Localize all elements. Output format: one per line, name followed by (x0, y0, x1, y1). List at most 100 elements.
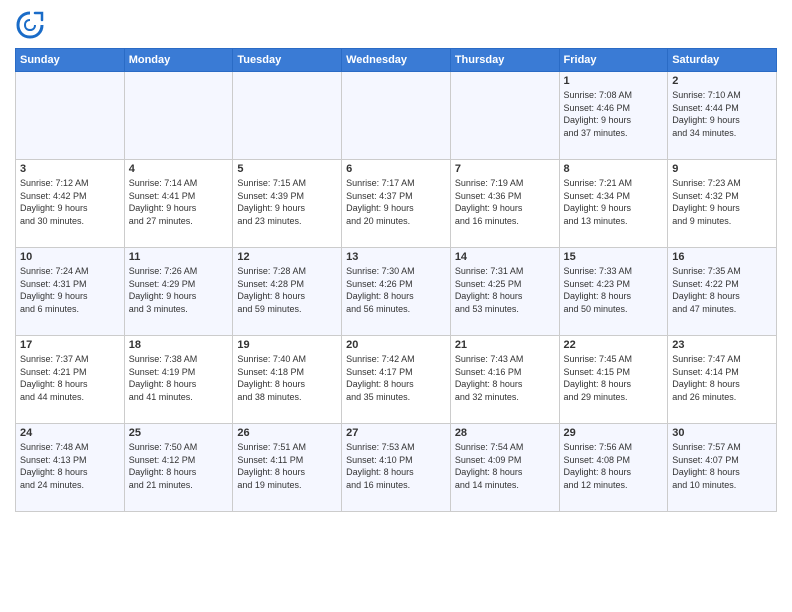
calendar-cell: 26 Sunrise: 7:51 AM Sunset: 4:11 PM Dayli… (233, 424, 342, 512)
day-number: 3 (20, 163, 120, 175)
day-number: 5 (237, 163, 337, 175)
weekday-header-sunday: Sunday (16, 49, 125, 72)
calendar-cell: 2 Sunrise: 7:10 AM Sunset: 4:44 PM Daylig… (668, 72, 777, 160)
week-row-1: 3 Sunrise: 7:12 AM Sunset: 4:42 PM Daylig… (16, 160, 777, 248)
day-info: Sunrise: 7:31 AM Sunset: 4:25 PM Dayligh… (455, 265, 555, 315)
calendar-cell (342, 72, 451, 160)
day-info: Sunrise: 7:23 AM Sunset: 4:32 PM Dayligh… (672, 177, 772, 227)
day-number: 22 (564, 339, 664, 351)
calendar-cell: 1 Sunrise: 7:08 AM Sunset: 4:46 PM Daylig… (559, 72, 668, 160)
weekday-header-wednesday: Wednesday (342, 49, 451, 72)
calendar-cell: 18 Sunrise: 7:38 AM Sunset: 4:19 PM Dayli… (124, 336, 233, 424)
calendar-cell: 15 Sunrise: 7:33 AM Sunset: 4:23 PM Dayli… (559, 248, 668, 336)
calendar-cell (233, 72, 342, 160)
day-number: 20 (346, 339, 446, 351)
calendar-cell (124, 72, 233, 160)
day-info: Sunrise: 7:56 AM Sunset: 4:08 PM Dayligh… (564, 441, 664, 491)
day-number: 16 (672, 251, 772, 263)
day-info: Sunrise: 7:08 AM Sunset: 4:46 PM Dayligh… (564, 89, 664, 139)
day-number: 10 (20, 251, 120, 263)
header (15, 10, 777, 40)
day-number: 15 (564, 251, 664, 263)
day-info: Sunrise: 7:53 AM Sunset: 4:10 PM Dayligh… (346, 441, 446, 491)
day-number: 1 (564, 75, 664, 87)
day-info: Sunrise: 7:12 AM Sunset: 4:42 PM Dayligh… (20, 177, 120, 227)
day-number: 19 (237, 339, 337, 351)
calendar-cell: 13 Sunrise: 7:30 AM Sunset: 4:26 PM Dayli… (342, 248, 451, 336)
day-info: Sunrise: 7:30 AM Sunset: 4:26 PM Dayligh… (346, 265, 446, 315)
weekday-header-tuesday: Tuesday (233, 49, 342, 72)
logo (15, 10, 49, 40)
calendar-cell: 20 Sunrise: 7:42 AM Sunset: 4:17 PM Dayli… (342, 336, 451, 424)
calendar-cell: 7 Sunrise: 7:19 AM Sunset: 4:36 PM Daylig… (450, 160, 559, 248)
weekday-header-thursday: Thursday (450, 49, 559, 72)
calendar-cell: 25 Sunrise: 7:50 AM Sunset: 4:12 PM Dayli… (124, 424, 233, 512)
day-info: Sunrise: 7:40 AM Sunset: 4:18 PM Dayligh… (237, 353, 337, 403)
day-info: Sunrise: 7:37 AM Sunset: 4:21 PM Dayligh… (20, 353, 120, 403)
day-number: 27 (346, 427, 446, 439)
weekday-header-row: SundayMondayTuesdayWednesdayThursdayFrid… (16, 49, 777, 72)
day-info: Sunrise: 7:38 AM Sunset: 4:19 PM Dayligh… (129, 353, 229, 403)
day-number: 25 (129, 427, 229, 439)
calendar-cell: 27 Sunrise: 7:53 AM Sunset: 4:10 PM Dayli… (342, 424, 451, 512)
day-info: Sunrise: 7:19 AM Sunset: 4:36 PM Dayligh… (455, 177, 555, 227)
day-number: 30 (672, 427, 772, 439)
calendar-cell: 12Sunrise: 7:28 AM Sunset: 4:28 PM Dayli… (233, 248, 342, 336)
day-info: Sunrise: 7:50 AM Sunset: 4:12 PM Dayligh… (129, 441, 229, 491)
day-number: 28 (455, 427, 555, 439)
day-info: Sunrise: 7:47 AM Sunset: 4:14 PM Dayligh… (672, 353, 772, 403)
calendar-cell: 23Sunrise: 7:47 AM Sunset: 4:14 PM Dayli… (668, 336, 777, 424)
week-row-2: 10 Sunrise: 7:24 AM Sunset: 4:31 PM Dayli… (16, 248, 777, 336)
calendar-cell: 16 Sunrise: 7:35 AM Sunset: 4:22 PM Dayli… (668, 248, 777, 336)
day-number: 13 (346, 251, 446, 263)
calendar-cell: 22 Sunrise: 7:45 AM Sunset: 4:15 PM Dayli… (559, 336, 668, 424)
day-info: Sunrise: 7:42 AM Sunset: 4:17 PM Dayligh… (346, 353, 446, 403)
day-number: 18 (129, 339, 229, 351)
day-info: Sunrise: 7:15 AM Sunset: 4:39 PM Dayligh… (237, 177, 337, 227)
week-row-4: 24 Sunrise: 7:48 AM Sunset: 4:13 PM Dayli… (16, 424, 777, 512)
calendar-cell: 8 Sunrise: 7:21 AM Sunset: 4:34 PM Daylig… (559, 160, 668, 248)
calendar-cell: 21Sunrise: 7:43 AM Sunset: 4:16 PM Dayli… (450, 336, 559, 424)
calendar-cell: 19 Sunrise: 7:40 AM Sunset: 4:18 PM Dayli… (233, 336, 342, 424)
day-info: Sunrise: 7:45 AM Sunset: 4:15 PM Dayligh… (564, 353, 664, 403)
day-info: Sunrise: 7:26 AM Sunset: 4:29 PM Dayligh… (129, 265, 229, 315)
day-info: Sunrise: 7:33 AM Sunset: 4:23 PM Dayligh… (564, 265, 664, 315)
day-number: 6 (346, 163, 446, 175)
calendar-cell (450, 72, 559, 160)
weekday-header-saturday: Saturday (668, 49, 777, 72)
calendar-cell: 6Sunrise: 7:17 AM Sunset: 4:37 PM Daylig… (342, 160, 451, 248)
day-info: Sunrise: 7:57 AM Sunset: 4:07 PM Dayligh… (672, 441, 772, 491)
day-number: 24 (20, 427, 120, 439)
day-info: Sunrise: 7:24 AM Sunset: 4:31 PM Dayligh… (20, 265, 120, 315)
day-info: Sunrise: 7:10 AM Sunset: 4:44 PM Dayligh… (672, 89, 772, 139)
calendar-cell: 9Sunrise: 7:23 AM Sunset: 4:32 PM Daylig… (668, 160, 777, 248)
day-number: 29 (564, 427, 664, 439)
calendar: SundayMondayTuesdayWednesdayThursdayFrid… (15, 48, 777, 512)
calendar-cell: 4Sunrise: 7:14 AM Sunset: 4:41 PM Daylig… (124, 160, 233, 248)
week-row-0: 1 Sunrise: 7:08 AM Sunset: 4:46 PM Daylig… (16, 72, 777, 160)
day-number: 26 (237, 427, 337, 439)
day-number: 2 (672, 75, 772, 87)
calendar-cell: 17 Sunrise: 7:37 AM Sunset: 4:21 PM Dayli… (16, 336, 125, 424)
day-number: 14 (455, 251, 555, 263)
day-info: Sunrise: 7:21 AM Sunset: 4:34 PM Dayligh… (564, 177, 664, 227)
calendar-cell: 28 Sunrise: 7:54 AM Sunset: 4:09 PM Dayli… (450, 424, 559, 512)
calendar-cell: 24 Sunrise: 7:48 AM Sunset: 4:13 PM Dayli… (16, 424, 125, 512)
day-number: 17 (20, 339, 120, 351)
calendar-cell (16, 72, 125, 160)
day-info: Sunrise: 7:54 AM Sunset: 4:09 PM Dayligh… (455, 441, 555, 491)
day-info: Sunrise: 7:51 AM Sunset: 4:11 PM Dayligh… (237, 441, 337, 491)
day-number: 21 (455, 339, 555, 351)
calendar-cell: 5 Sunrise: 7:15 AM Sunset: 4:39 PM Daylig… (233, 160, 342, 248)
calendar-cell: 10 Sunrise: 7:24 AM Sunset: 4:31 PM Dayli… (16, 248, 125, 336)
calendar-cell: 11Sunrise: 7:26 AM Sunset: 4:29 PM Dayli… (124, 248, 233, 336)
day-info: Sunrise: 7:14 AM Sunset: 4:41 PM Dayligh… (129, 177, 229, 227)
calendar-cell: 29 Sunrise: 7:56 AM Sunset: 4:08 PM Dayli… (559, 424, 668, 512)
page: SundayMondayTuesdayWednesdayThursdayFrid… (0, 0, 792, 612)
day-info: Sunrise: 7:48 AM Sunset: 4:13 PM Dayligh… (20, 441, 120, 491)
week-row-3: 17 Sunrise: 7:37 AM Sunset: 4:21 PM Dayli… (16, 336, 777, 424)
day-number: 7 (455, 163, 555, 175)
day-info: Sunrise: 7:28 AM Sunset: 4:28 PM Dayligh… (237, 265, 337, 315)
day-number: 8 (564, 163, 664, 175)
day-info: Sunrise: 7:35 AM Sunset: 4:22 PM Dayligh… (672, 265, 772, 315)
